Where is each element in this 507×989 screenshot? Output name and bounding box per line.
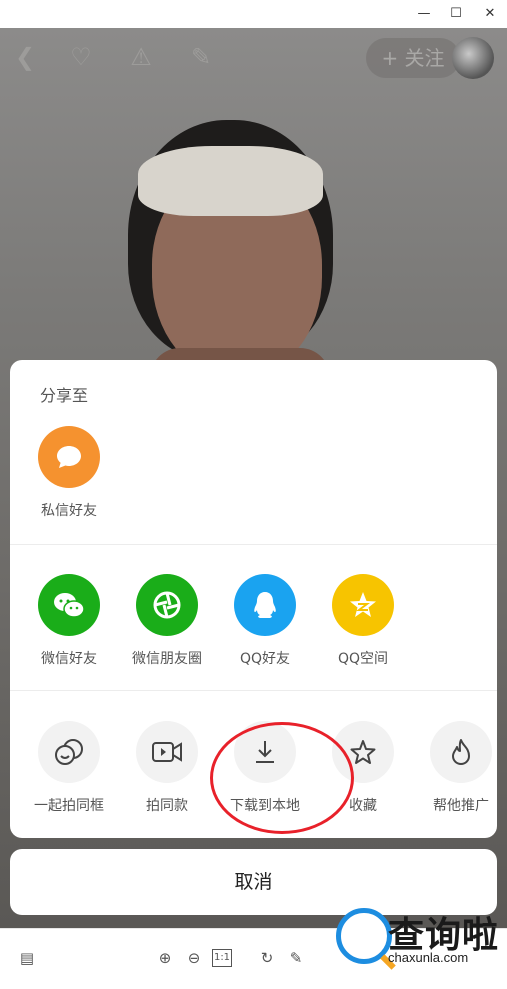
action-promote[interactable]: 帮他推广	[416, 721, 506, 815]
action-label: 拍同款	[146, 798, 188, 814]
thumbnail-icon[interactable]: ▤	[16, 947, 38, 969]
divider	[10, 690, 497, 691]
back-icon[interactable]: ❮	[10, 42, 40, 72]
action-label: 帮他推广	[433, 798, 489, 814]
edit-icon[interactable]: ✎	[285, 947, 307, 969]
zoom-out-icon[interactable]: ⊖	[183, 947, 205, 969]
share-qq-friend[interactable]: QQ好友	[220, 574, 310, 668]
share-item-label: QQ好友	[239, 651, 291, 667]
video-person-headband	[138, 146, 323, 216]
share-item-label: 私信好友	[41, 503, 97, 519]
close-button[interactable]: ✕	[480, 4, 500, 24]
action-label: 一起拍同框	[34, 798, 104, 814]
qzone-icon	[332, 574, 394, 636]
share-wechat-friend[interactable]: 微信好友	[24, 574, 114, 668]
warning-icon[interactable]: ⚠	[126, 42, 156, 72]
divider	[10, 544, 497, 545]
message-icon	[38, 426, 100, 488]
highlight-circle	[210, 722, 354, 834]
share-qzone[interactable]: QQ空间	[318, 574, 408, 668]
video-camera-icon	[136, 721, 198, 783]
actual-size-icon[interactable]: 1:1	[212, 949, 232, 967]
action-same-style[interactable]: 拍同款	[122, 721, 212, 815]
share-item-label: 微信朋友圈	[132, 651, 202, 667]
wechat-icon	[38, 574, 100, 636]
share-item-label: 微信好友	[41, 651, 97, 667]
share-sheet-title: 分享至	[40, 386, 89, 405]
watermark-url: chaxunla.com	[388, 950, 469, 965]
share-edit-icon[interactable]: ✎	[186, 42, 216, 72]
window-titlebar: — ☐ ✕	[0, 0, 507, 28]
minimize-button[interactable]: —	[414, 4, 434, 24]
watermark-logo-icon	[336, 908, 392, 964]
flame-icon	[430, 721, 492, 783]
follow-button[interactable]: + 关注	[366, 38, 460, 78]
action-duet[interactable]: 一起拍同框	[24, 721, 114, 815]
rotate-icon[interactable]: ↻	[256, 947, 278, 969]
maximize-button[interactable]: ☐	[446, 4, 466, 24]
share-wechat-moments[interactable]: 微信朋友圈	[122, 574, 212, 668]
duet-icon	[38, 721, 100, 783]
moments-icon	[136, 574, 198, 636]
author-avatar[interactable]	[452, 37, 494, 79]
qq-icon	[234, 574, 296, 636]
share-private-message[interactable]: 私信好友	[24, 426, 114, 520]
watermark: 查询啦 chaxunla.com	[330, 906, 507, 972]
share-item-label: QQ空间	[337, 651, 389, 667]
heart-icon[interactable]: ♡	[66, 42, 96, 72]
zoom-in-icon[interactable]: ⊕	[154, 947, 176, 969]
